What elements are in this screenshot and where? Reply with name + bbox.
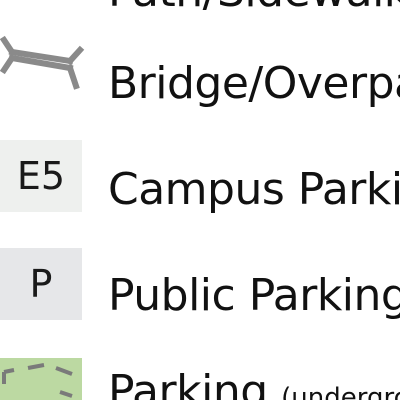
legend-label-campus-parking: Campus Parking bbox=[108, 164, 400, 215]
legend-label-parking: Parking bbox=[108, 366, 268, 400]
legend-label-underground-parking: Parking (underground) bbox=[108, 370, 400, 400]
legend-row-bridge: Bridge/Overpass bbox=[0, 30, 400, 110]
underground-parking-swatch bbox=[0, 358, 82, 400]
legend-row-path: Path/Sidewalk bbox=[0, 0, 400, 20]
campus-parking-badge: E5 bbox=[16, 154, 66, 198]
map-legend: Path/Sidewalk Bridge/Overpass E5 Campus … bbox=[0, 0, 400, 400]
legend-label-bridge: Bridge/Overpass bbox=[108, 58, 400, 109]
legend-row-public-parking: P Public Parking bbox=[0, 248, 400, 320]
underground-parking-icon bbox=[2, 363, 73, 398]
public-parking-swatch: P bbox=[0, 248, 82, 320]
campus-parking-swatch: E5 bbox=[0, 140, 82, 212]
legend-row-underground-parking: Parking (underground) bbox=[0, 358, 400, 400]
legend-label-path: Path/Sidewalk bbox=[108, 0, 400, 14]
legend-label-public-parking: Public Parking bbox=[108, 270, 400, 321]
legend-label-underground-suffix: (underground) bbox=[281, 383, 400, 400]
bridge-icon bbox=[0, 35, 85, 90]
public-parking-badge: P bbox=[29, 262, 53, 306]
legend-row-campus-parking: E5 Campus Parking bbox=[0, 140, 400, 212]
